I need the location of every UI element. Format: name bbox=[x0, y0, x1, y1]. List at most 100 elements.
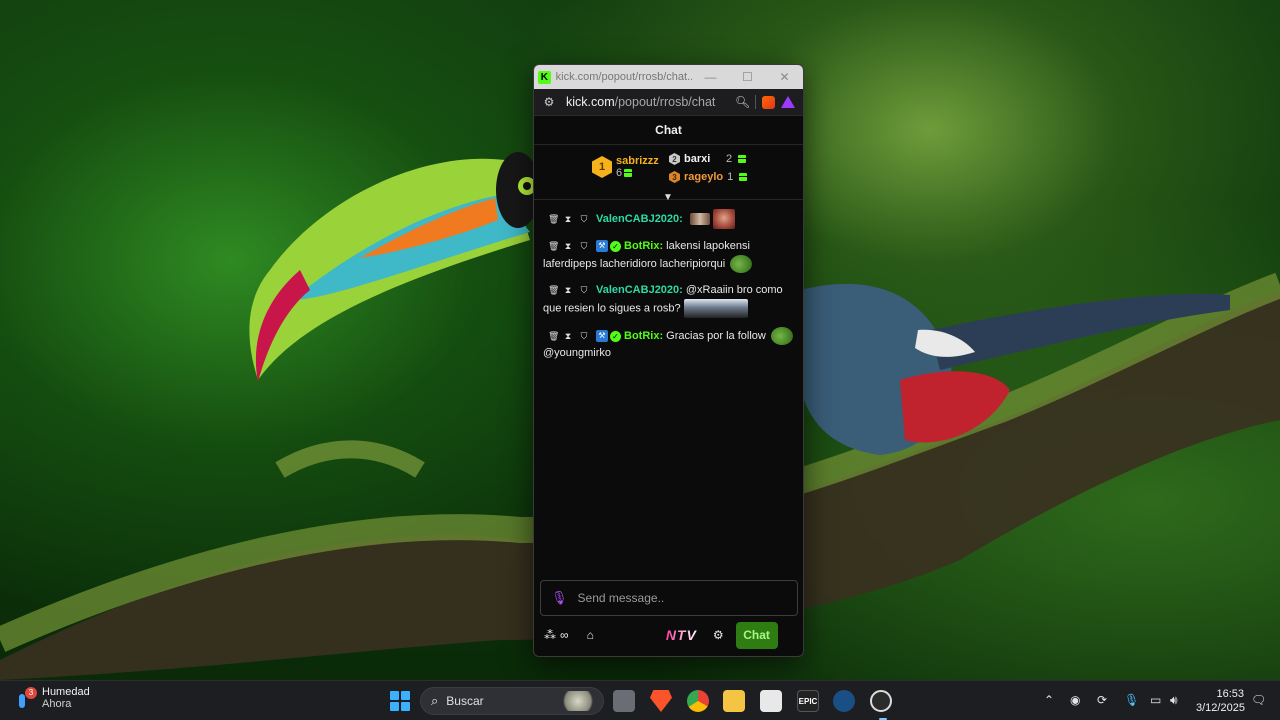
volume-icon[interactable]: 🔊︎ bbox=[1170, 693, 1178, 708]
leaderboard-count-3: 1 bbox=[727, 171, 734, 183]
message-username[interactable]: BotRix: bbox=[624, 240, 663, 252]
microphone-tray-icon[interactable]: 🎙︎ bbox=[1124, 693, 1139, 707]
clock-time: 16:53 bbox=[1216, 688, 1244, 700]
settings-gear-icon[interactable]: ⚙ bbox=[713, 628, 724, 642]
chat-message: 🗑︎ ⧗ ⛉ ValenCABJ2020: @xRaaiin bro como que… bbox=[543, 282, 794, 318]
gift-leaderboard: 1 sabrizzz 6 2 barxi 2 3 rageylo 1 ▼ bbox=[534, 145, 803, 203]
clock-date: 3/12/2025 bbox=[1196, 702, 1245, 714]
message-username[interactable]: ValenCABJ2020: bbox=[596, 213, 683, 225]
window-title: kick.com/popout/rrosb/chat... bbox=[555, 71, 692, 83]
bot-badge-icon: ⚒ bbox=[596, 330, 608, 342]
start-button[interactable] bbox=[390, 691, 410, 711]
notifications-icon[interactable]: 🗨︎ bbox=[1251, 693, 1266, 707]
minimize-button[interactable]: — bbox=[692, 70, 729, 84]
leaderboard-first[interactable]: 1 sabrizzz 6 bbox=[592, 155, 659, 179]
store-icon[interactable]: ⌂ bbox=[587, 628, 594, 642]
bot-badge-icon: ⚒ bbox=[596, 240, 608, 253]
gift-icon bbox=[624, 169, 633, 178]
chrome-icon[interactable] bbox=[687, 690, 709, 712]
file-explorer-icon[interactable] bbox=[723, 690, 745, 712]
send-message-input[interactable]: 🎙︎ Send message.. bbox=[540, 580, 798, 616]
message-username[interactable]: BotRix: bbox=[624, 330, 663, 342]
delete-icon[interactable]: 🗑︎ bbox=[548, 328, 559, 345]
leaderboard-second[interactable]: 2 barxi 2 bbox=[669, 153, 747, 165]
collapse-leaderboard-icon[interactable]: ▼ bbox=[663, 192, 673, 203]
close-button[interactable]: ✕ bbox=[766, 70, 803, 84]
message-text: Gracias por la follow bbox=[666, 329, 766, 342]
steam-icon[interactable] bbox=[833, 690, 855, 712]
network-icon[interactable]: ▭ bbox=[1150, 693, 1161, 707]
delete-icon[interactable]: 🗑︎ bbox=[548, 211, 559, 228]
weather-subtitle: Ahora bbox=[42, 698, 72, 710]
points-icon[interactable]: ⁂ bbox=[544, 628, 556, 642]
search-label: Buscar bbox=[446, 694, 484, 708]
zoom-icon[interactable]: 🔍︎ bbox=[735, 95, 750, 109]
ban-icon[interactable]: ⛉ bbox=[580, 238, 588, 255]
microphone-icon[interactable]: 🎙︎ bbox=[551, 590, 568, 606]
verified-badge-icon: ✓ bbox=[610, 240, 621, 252]
delete-icon[interactable]: 🗑︎ bbox=[548, 282, 559, 299]
search-icon: ⌕ bbox=[431, 693, 439, 708]
url-field[interactable]: kick.com/popout/rrosb/chat bbox=[566, 95, 729, 109]
weather-title: Humedad bbox=[42, 686, 90, 698]
chat-message: 🗑︎ ⧗ ⛉ ⚒ ✓ BotRix: lakensi lapokensi laferdip… bbox=[543, 238, 794, 273]
rank-3-badge: 3 bbox=[669, 171, 680, 183]
emote-image bbox=[712, 209, 735, 229]
chat-message: 🗑︎ ⧗ ⛉ ValenCABJ2020: bbox=[543, 209, 794, 229]
url-host: kick.com bbox=[566, 95, 615, 109]
epic-games-icon[interactable]: EPIC bbox=[797, 690, 819, 712]
windows-taskbar: 3 Humedad Ahora ⌕ Buscar EPIC ⌃ ◉ ⟳ 🎙︎ ▭… bbox=[0, 680, 1280, 720]
maximize-button[interactable]: ☐ bbox=[729, 70, 766, 84]
site-settings-icon[interactable]: ⚙ bbox=[542, 95, 556, 109]
emote-image bbox=[770, 327, 793, 345]
ntv-extension-logo[interactable]: NTV bbox=[666, 627, 697, 643]
ban-icon[interactable]: ⛉ bbox=[580, 282, 588, 299]
send-chat-button[interactable]: Chat bbox=[735, 621, 778, 649]
weather-widget[interactable]: 3 Humedad Ahora bbox=[16, 686, 90, 710]
input-placeholder: Send message.. bbox=[577, 591, 665, 605]
ban-icon[interactable]: ⛉ bbox=[580, 211, 588, 228]
infinity-icon[interactable]: ∞ bbox=[560, 628, 569, 642]
emote-image bbox=[683, 299, 748, 318]
weather-badge: 3 bbox=[25, 687, 37, 699]
chat-toolbar: ⁂ ∞ ⌂ NTV ⚙ Chat bbox=[534, 620, 803, 650]
timeout-icon[interactable]: ⧗ bbox=[564, 238, 572, 255]
verified-badge-icon: ✓ bbox=[610, 330, 621, 342]
system-clock[interactable]: 16:53 3/12/2025 bbox=[1196, 687, 1245, 715]
brave-rewards-icon[interactable] bbox=[781, 96, 795, 108]
chat-messages: 🗑︎ ⧗ ⛉ ValenCABJ2020: 🗑︎ ⧗ ⛉ ⚒ ✓ BotRix: lakensi… bbox=[534, 200, 803, 362]
show-hidden-icons-icon[interactable]: ⌃ bbox=[1044, 693, 1054, 707]
leaderboard-third[interactable]: 3 rageylo 1 bbox=[669, 171, 748, 183]
delete-icon[interactable]: 🗑︎ bbox=[548, 238, 559, 255]
timeout-icon[interactable]: ⧗ bbox=[564, 211, 572, 228]
rank-2-badge: 2 bbox=[669, 153, 680, 165]
leaderboard-count-1-wrap: 6 bbox=[616, 167, 659, 179]
obs-studio-icon[interactable] bbox=[870, 690, 892, 720]
chat-message: 🗑︎ ⧗ ⛉ ⚒ ✓ BotRix: Gracias por la follow @you… bbox=[543, 327, 794, 362]
brave-browser-icon[interactable] bbox=[650, 690, 672, 712]
message-text-mention: @youngmirko bbox=[543, 347, 612, 359]
message-username[interactable]: ValenCABJ2020: bbox=[596, 284, 683, 296]
timeout-icon[interactable]: ⧗ bbox=[564, 328, 572, 345]
leaderboard-name-2: barxi bbox=[684, 153, 711, 165]
emote-image bbox=[689, 213, 710, 225]
kick-favicon-icon: K bbox=[538, 70, 551, 84]
emote-image bbox=[730, 255, 753, 273]
divider bbox=[755, 95, 756, 109]
chat-title: Chat bbox=[534, 116, 803, 145]
leaderboard-count-2: 2 bbox=[726, 153, 733, 165]
url-path: /popout/rrosb/chat bbox=[614, 95, 716, 109]
window-titlebar[interactable]: K kick.com/popout/rrosb/chat... — ☐ ✕ bbox=[534, 65, 803, 89]
microsoft-store-icon[interactable] bbox=[760, 690, 782, 712]
humidity-icon: 3 bbox=[16, 687, 37, 709]
search-highlight-image bbox=[559, 691, 597, 711]
ban-icon[interactable]: ⛉ bbox=[580, 328, 588, 345]
task-view-icon[interactable] bbox=[613, 690, 635, 712]
leaderboard-count-1: 6 bbox=[616, 167, 623, 179]
timeout-icon[interactable]: ⧗ bbox=[564, 282, 572, 299]
sync-tray-icon[interactable]: ⟳ bbox=[1097, 693, 1107, 707]
brave-shields-icon[interactable] bbox=[762, 95, 775, 109]
gift-icon bbox=[739, 173, 748, 181]
discord-tray-icon[interactable]: ◉ bbox=[1070, 693, 1080, 707]
taskbar-search[interactable]: ⌕ Buscar bbox=[420, 687, 604, 715]
